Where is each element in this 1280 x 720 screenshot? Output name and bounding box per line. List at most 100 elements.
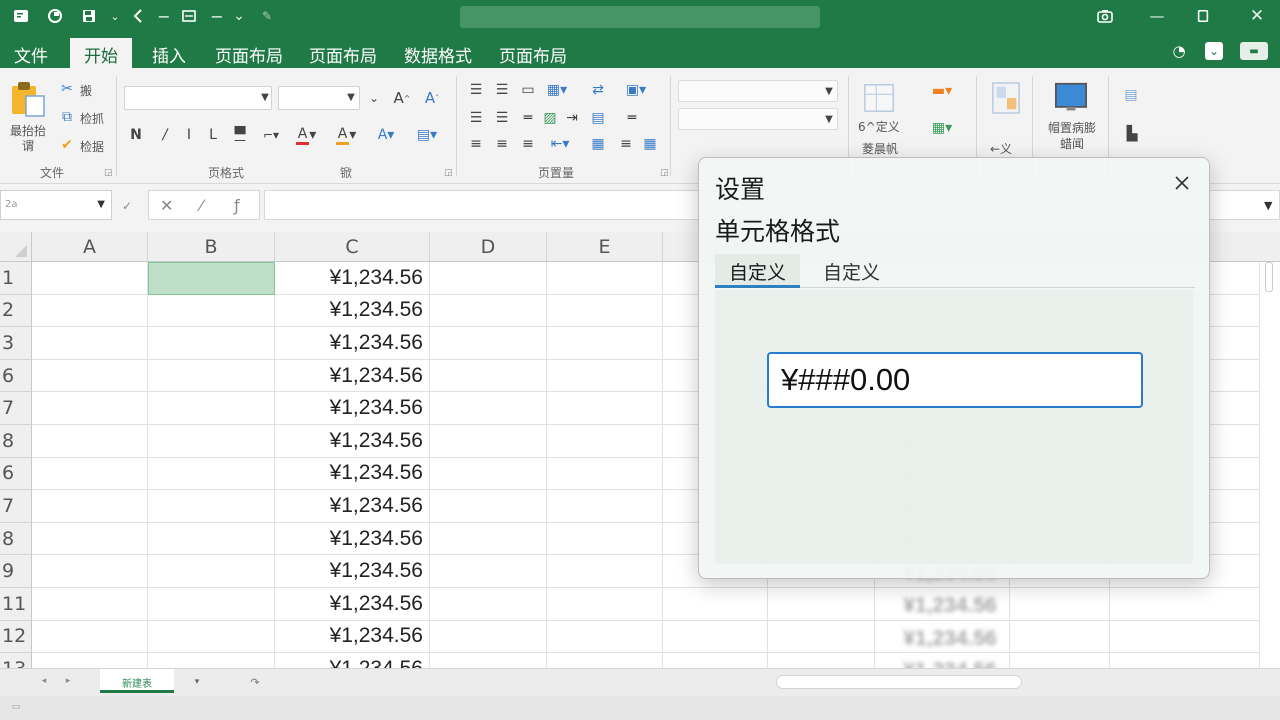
tab-custom-2[interactable]: 自定义 <box>809 254 894 288</box>
bold-icon[interactable]: N <box>128 126 144 144</box>
table-cell[interactable] <box>547 457 663 491</box>
horizontal-scrollbar[interactable] <box>776 675 1022 689</box>
title-search-box[interactable] <box>460 6 820 28</box>
next-sheet-icon[interactable]: ▸ <box>62 675 74 687</box>
currency-cell[interactable]: ¥1,234.56 <box>275 490 430 523</box>
currency-cell[interactable]: ¥1,234.56 <box>275 457 430 491</box>
table-cell[interactable] <box>547 620 663 654</box>
currency-cell[interactable]: ¥1,234.56 <box>275 327 430 360</box>
table-cell[interactable] <box>32 425 148 458</box>
wrap-text-icon[interactable]: ⇄ <box>588 80 608 100</box>
table-cell[interactable] <box>430 522 547 556</box>
table-cell[interactable] <box>547 327 663 360</box>
increase-font-icon[interactable]: A ^ <box>392 88 412 108</box>
table-cell[interactable] <box>148 588 275 621</box>
format-as-table-icon[interactable]: ▬▾ <box>922 82 962 100</box>
font-options-icon[interactable]: ⌄ <box>366 90 382 106</box>
table-cell[interactable] <box>663 588 768 621</box>
merge-cells-icon[interactable]: ▣▾ <box>616 80 656 100</box>
table-cell[interactable] <box>32 457 148 491</box>
table-cell[interactable] <box>148 457 275 491</box>
editing-label[interactable]: 帽置病膨 蜡闻 <box>1042 120 1102 152</box>
align-middle-icon[interactable]: ☰ <box>492 82 512 98</box>
row-header[interactable]: 8 <box>0 522 32 556</box>
currency-cell[interactable]: ¥1,234.56 <box>275 392 430 425</box>
row-header[interactable]: 8 <box>0 425 32 458</box>
table-cell[interactable] <box>148 425 275 458</box>
vertical-scroll-thumb[interactable] <box>1265 262 1273 292</box>
cells-label[interactable]: ←义 <box>990 140 1012 157</box>
row-header[interactable]: 3 <box>0 327 32 360</box>
table-cell[interactable] <box>1110 653 1260 668</box>
table-cell[interactable] <box>768 653 875 668</box>
underline-icon[interactable]: I <box>182 126 196 144</box>
close-icon[interactable] <box>1171 172 1193 194</box>
check-icon[interactable]: ✓ <box>122 199 132 213</box>
table-cell[interactable] <box>32 620 148 654</box>
table-cell[interactable] <box>32 588 148 621</box>
table-cell[interactable] <box>430 588 547 621</box>
table-cell[interactable] <box>547 555 663 588</box>
decrease-font-icon[interactable]: Aˇ <box>422 88 442 108</box>
currency-cell[interactable]: ¥1,234.56 <box>275 262 430 295</box>
analyze-icon[interactable]: ▙ <box>1122 124 1142 144</box>
autosave-icon[interactable] <box>46 7 64 25</box>
row-header[interactable]: 2 <box>0 294 32 328</box>
tab-data-format[interactable]: 数据格式 <box>404 42 472 67</box>
share-icon[interactable]: ◔ <box>1170 42 1188 60</box>
table-cell[interactable] <box>430 359 547 393</box>
table-cell[interactable] <box>148 392 275 425</box>
table-cell[interactable] <box>547 294 663 328</box>
back-icon[interactable] <box>130 7 148 25</box>
table-cell[interactable] <box>430 425 547 458</box>
form-icon[interactable] <box>180 7 198 25</box>
currency-cell[interactable]: ¥1,234.56 <box>275 653 430 668</box>
row-header[interactable]: 1 <box>0 262 32 295</box>
app-menu-icon[interactable] <box>12 7 30 25</box>
cell-styles-icon[interactable]: ▤▾ <box>412 124 442 146</box>
ribbon-options-icon[interactable]: ▬ <box>1240 42 1268 60</box>
enter-icon[interactable]: ⁄ <box>200 196 203 215</box>
border-style-icon[interactable]: ⌐▾ <box>258 126 284 144</box>
table-cell[interactable] <box>32 262 148 295</box>
number-format-select[interactable] <box>678 80 838 102</box>
table-cell[interactable] <box>1010 653 1110 668</box>
minus-icon-2[interactable]: − <box>208 7 226 26</box>
table-cell[interactable] <box>547 653 663 668</box>
table-cell[interactable] <box>430 490 547 523</box>
minus-icon[interactable]: − <box>155 7 173 26</box>
table-cell[interactable] <box>1110 620 1260 654</box>
select-all-corner[interactable] <box>0 232 32 262</box>
row-header[interactable]: 11 <box>0 588 32 621</box>
italic-icon[interactable]: / <box>158 126 172 144</box>
conditional-format-icon[interactable] <box>862 80 898 116</box>
table-cell[interactable] <box>547 359 663 393</box>
currency-cell[interactable]: ¥1,234.56 <box>275 555 430 588</box>
table-cell[interactable] <box>148 620 275 654</box>
cancel-icon[interactable]: ✕ <box>160 196 173 215</box>
alignment-launcher-icon[interactable]: ◲ <box>660 168 669 178</box>
currency-cell[interactable]: ¥1,234.56 <box>275 588 430 621</box>
comments-icon[interactable]: ⌄ <box>1205 42 1223 60</box>
name-box[interactable]: 2a ▼ <box>0 190 112 220</box>
row-header[interactable]: 6 <box>0 359 32 393</box>
camera-icon[interactable] <box>1094 5 1116 27</box>
name-box-dropdown-icon[interactable]: ▼ <box>97 199 105 210</box>
distribute-icon[interactable]: ═ <box>622 108 642 128</box>
expand-formula-icon[interactable]: ▼ <box>1264 199 1272 212</box>
table-cell[interactable] <box>1010 588 1110 621</box>
cell-style-icon[interactable]: ▦▾ <box>922 118 962 138</box>
tab-page-layout-3[interactable]: 页面布局 <box>499 42 567 67</box>
table-cell[interactable] <box>430 327 547 360</box>
restore-icon[interactable] <box>1192 5 1214 27</box>
table-cell[interactable] <box>32 653 148 668</box>
table-cell[interactable] <box>148 294 275 328</box>
insert-function-icon[interactable]: ƒ <box>234 196 240 215</box>
redo-dropdown-icon[interactable]: ⌄ <box>230 7 248 25</box>
text-direction-icon[interactable]: ▤ <box>588 108 608 128</box>
text-effects-icon[interactable]: A▾ <box>372 124 400 146</box>
minimize-icon[interactable]: — <box>1146 5 1168 27</box>
table-cell[interactable] <box>430 262 547 295</box>
tab-page-layout[interactable]: 页面布局 <box>215 42 283 67</box>
table-cell[interactable] <box>148 359 275 393</box>
